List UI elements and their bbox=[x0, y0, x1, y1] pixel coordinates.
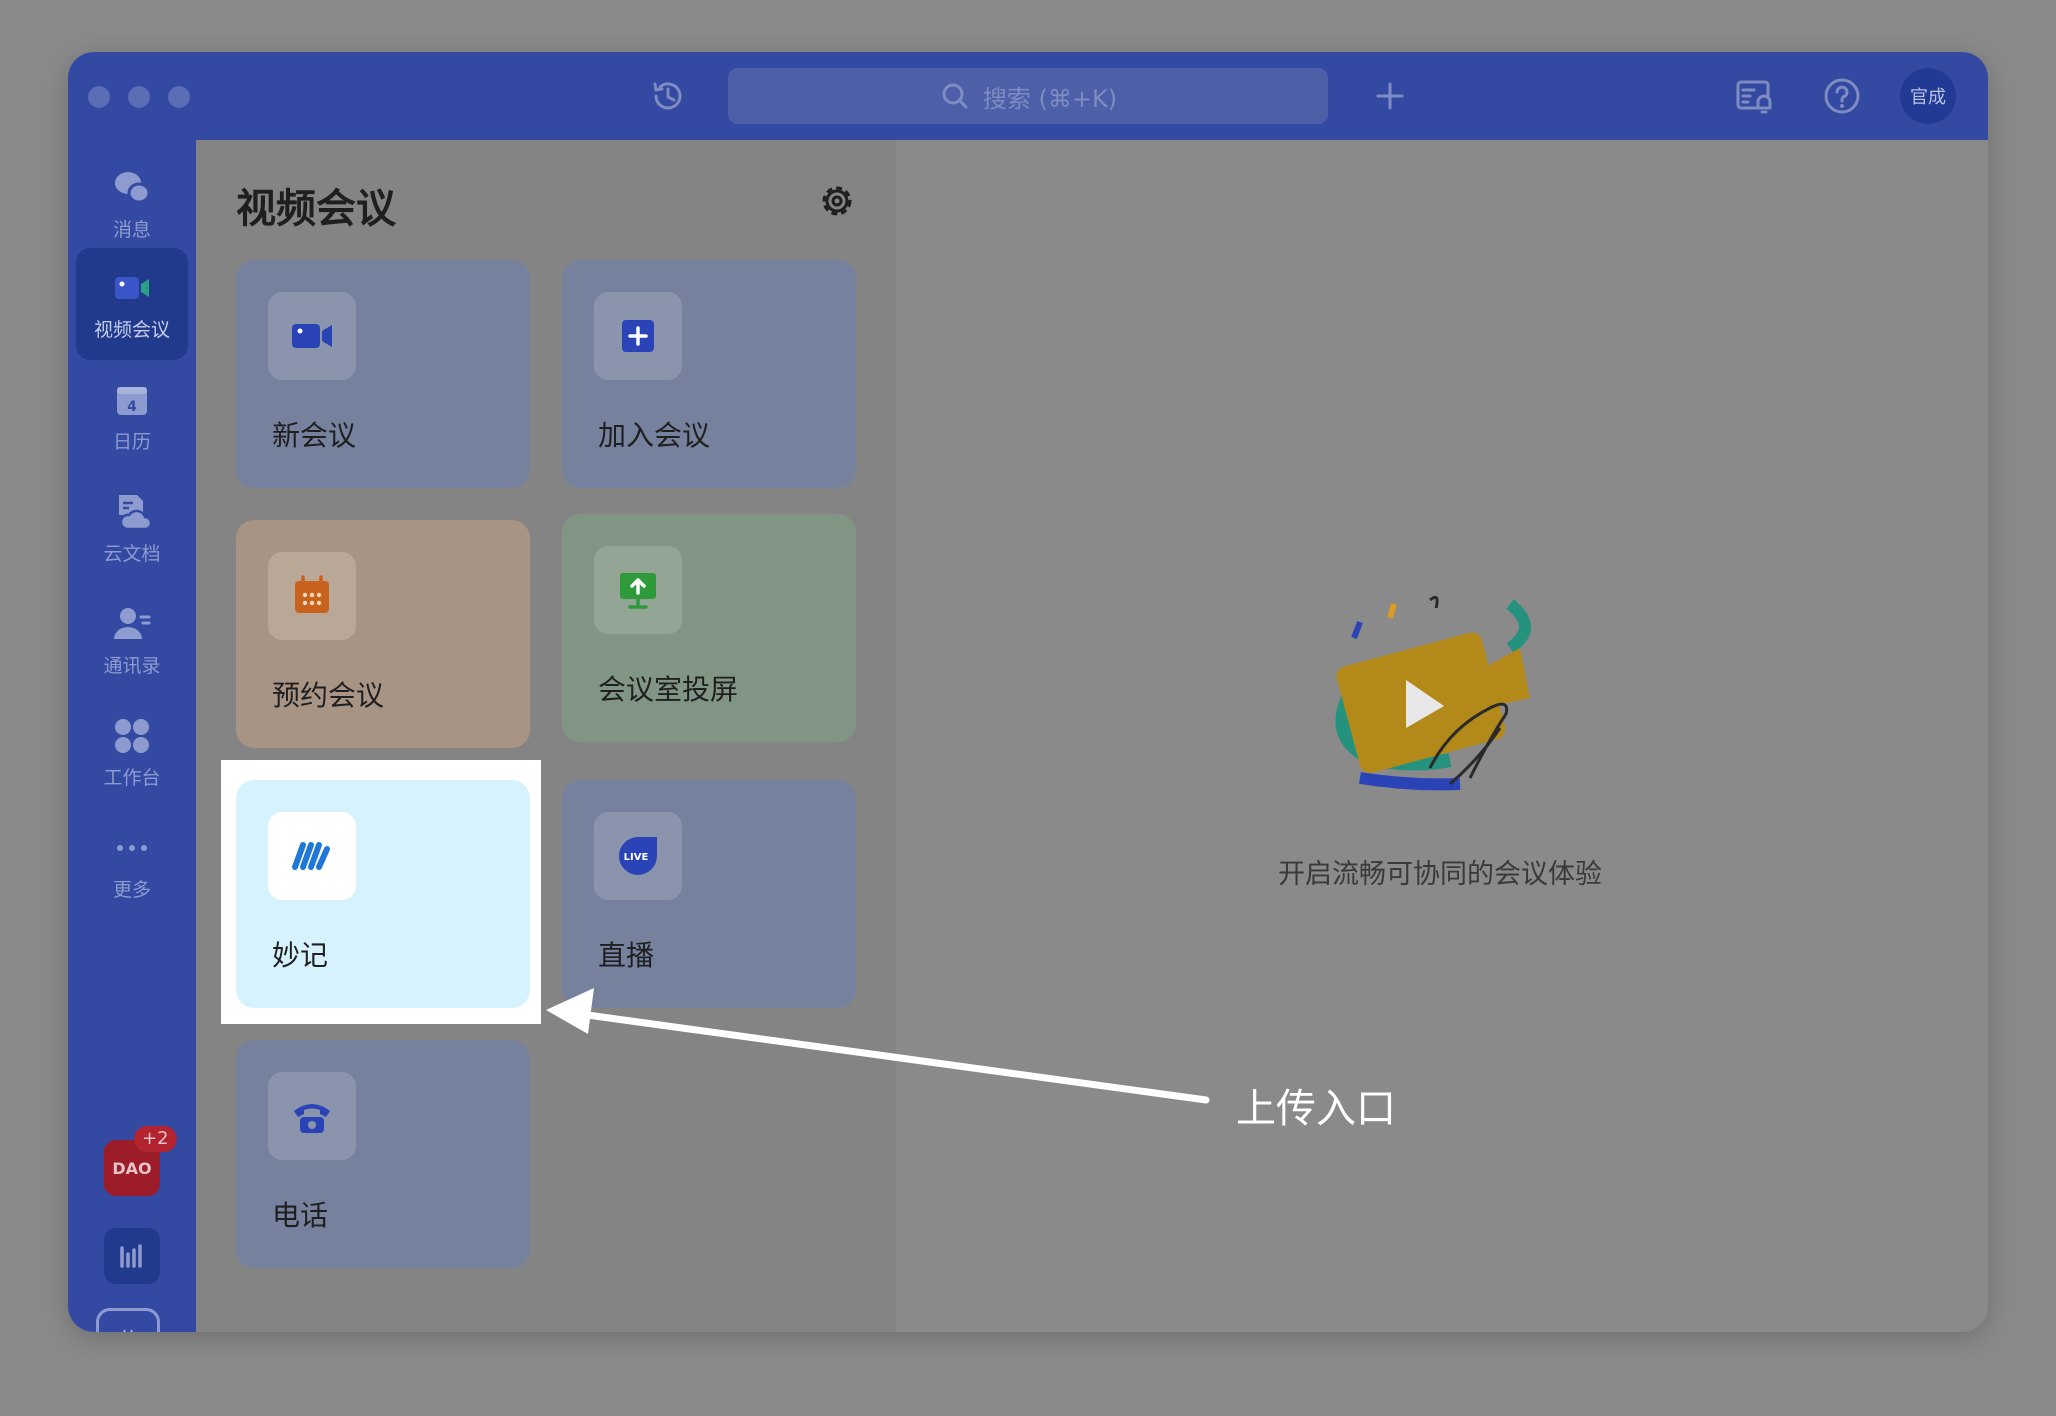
window-close-button[interactable] bbox=[88, 86, 110, 108]
history-icon[interactable] bbox=[648, 76, 688, 116]
podcast-badge: +2 bbox=[134, 1126, 177, 1152]
search-placeholder: 搜索 (⌘+K) bbox=[982, 84, 1118, 113]
gear-icon[interactable] bbox=[818, 182, 856, 220]
phone-card[interactable]: 电话 bbox=[236, 1040, 530, 1268]
phone-icon bbox=[294, 1104, 330, 1133]
card-label: 加入会议 bbox=[598, 419, 711, 452]
nav-item-messages[interactable]: 消息 bbox=[76, 148, 188, 260]
search-icon bbox=[942, 83, 968, 109]
title-bar: 搜索 (⌘+K) 官成 bbox=[68, 52, 1988, 140]
nav-item-cloud-docs[interactable]: 云文档 bbox=[76, 472, 188, 584]
video-play-illustration bbox=[1335, 595, 1531, 791]
bar-chart-icon bbox=[120, 1244, 142, 1268]
annotation-label: 上传入口 bbox=[1236, 1086, 1396, 1132]
chat-bubbles-icon bbox=[115, 171, 151, 203]
new-meeting-card[interactable]: 新会议 bbox=[236, 260, 530, 488]
card-label: 新会议 bbox=[272, 419, 357, 452]
page-title: 视频会议 bbox=[236, 186, 396, 232]
minutes-card[interactable]: 妙记 bbox=[236, 780, 530, 1008]
nav-item-workspace[interactable]: 工作台 bbox=[76, 696, 188, 808]
nav-item-contacts[interactable]: 通讯录 bbox=[76, 584, 188, 696]
cloud-doc-icon bbox=[119, 494, 153, 530]
empty-state-text: 开启流畅可协同的会议体验 bbox=[1278, 859, 1602, 890]
chart-app-icon[interactable] bbox=[104, 1228, 160, 1284]
notification-board-icon[interactable] bbox=[1732, 74, 1776, 118]
join-meeting-card[interactable]: 加入会议 bbox=[562, 260, 856, 488]
search-input[interactable]: 搜索 (⌘+K) bbox=[728, 68, 1328, 124]
nav-item-video-meeting[interactable]: 视频会议 bbox=[76, 248, 188, 360]
plus-square-icon bbox=[622, 320, 654, 352]
contacts-icon bbox=[114, 607, 151, 639]
calendar-schedule-icon bbox=[295, 575, 329, 613]
screen-share-icon bbox=[620, 573, 656, 609]
plus-icon[interactable] bbox=[1370, 76, 1410, 116]
video-camera-icon bbox=[292, 324, 332, 348]
help-icon[interactable] bbox=[1820, 74, 1864, 118]
window-minimize-button[interactable] bbox=[128, 86, 150, 108]
video-camera-icon bbox=[115, 276, 149, 299]
left-nav: 消息 视频会议 4 日历 云文档 通讯录 工作台 更多 DAO +2 bbox=[68, 140, 196, 1332]
more-dots-icon bbox=[117, 844, 147, 851]
calendar-icon: 4 bbox=[117, 386, 147, 415]
card-label: 预约会议 bbox=[272, 679, 385, 712]
svg-text:LIVE: LIVE bbox=[624, 852, 649, 863]
profile-avatar[interactable]: 黄 bbox=[96, 1308, 160, 1332]
workspace-grid-icon bbox=[115, 718, 149, 753]
card-label: 电话 bbox=[272, 1199, 329, 1232]
live-icon: LIVE bbox=[619, 837, 657, 875]
card-label: 妙记 bbox=[272, 939, 329, 972]
live-card[interactable]: LIVE 直播 bbox=[562, 780, 856, 1008]
user-avatar[interactable]: 官成 bbox=[1900, 68, 1956, 124]
card-label: 直播 bbox=[598, 939, 655, 972]
nav-item-calendar[interactable]: 4 日历 bbox=[76, 360, 188, 472]
card-label: 会议室投屏 bbox=[598, 673, 739, 706]
nav-item-more[interactable]: 更多 bbox=[76, 808, 188, 920]
room-screen-share-card[interactable]: 会议室投屏 bbox=[562, 514, 856, 742]
window-zoom-button[interactable] bbox=[168, 86, 190, 108]
minutes-logo-icon bbox=[292, 842, 330, 870]
svg-text:4: 4 bbox=[127, 399, 137, 415]
schedule-meeting-card[interactable]: 预约会议 bbox=[236, 520, 530, 748]
